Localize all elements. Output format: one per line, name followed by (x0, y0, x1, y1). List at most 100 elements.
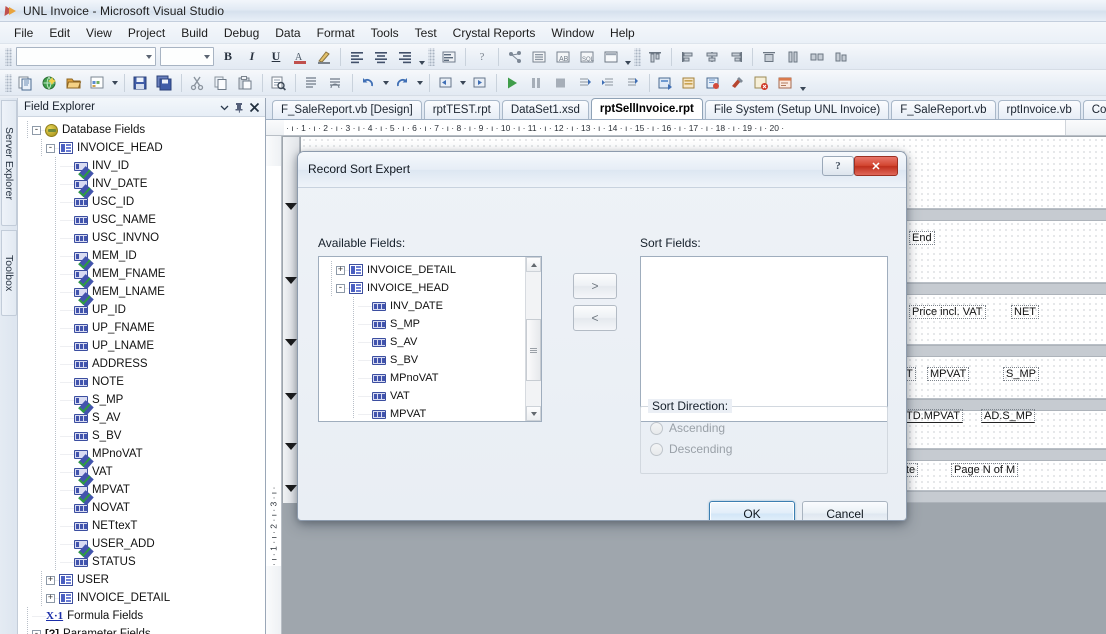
navigate-backward-dropdown[interactable] (458, 72, 468, 93)
tree-node[interactable]: MPnoVAT (18, 445, 265, 463)
menu-item-test[interactable]: Test (407, 23, 445, 43)
make-same-height-icon[interactable] (782, 46, 804, 67)
editor-tab-7[interactable]: Connect.vb (1082, 100, 1106, 119)
section-expert-icon[interactable] (600, 46, 622, 67)
align-lefts-icon[interactable] (677, 46, 699, 67)
editor-tab-1[interactable]: rptTEST.rpt (423, 100, 500, 119)
step-into-icon[interactable] (574, 72, 596, 93)
tree-node[interactable]: MEM_ID (18, 247, 265, 265)
object-browser-icon[interactable] (703, 72, 725, 93)
stop-icon[interactable] (550, 72, 572, 93)
available-fields-listbox[interactable]: + INVOICE_DETAIL - INVOICE_HEAD INV_DATE S_MP… (318, 256, 542, 422)
tree-node[interactable]: + USER (18, 571, 265, 589)
menu-item-view[interactable]: View (78, 23, 120, 43)
tree-node[interactable]: S_BV (322, 351, 524, 369)
tree-node[interactable]: - INVOICE_HEAD (322, 279, 524, 297)
toolbar-grip[interactable] (634, 47, 641, 66)
error-list-icon[interactable] (751, 72, 773, 93)
tree-node[interactable]: UP_ID (18, 301, 265, 319)
tree-node[interactable]: UP_LNAME (18, 337, 265, 355)
radio-descending[interactable]: Descending (650, 442, 732, 456)
expand-toggle-icon[interactable]: + (46, 575, 55, 585)
tree-node[interactable]: VAT (322, 387, 524, 405)
select-expert-icon[interactable]: AB (552, 46, 574, 67)
highlight-icon[interactable] (313, 46, 335, 67)
toolbox-icon[interactable] (727, 72, 749, 93)
menu-item-help[interactable]: Help (602, 23, 643, 43)
add-sort-field-button[interactable]: > (573, 273, 617, 299)
collapse-toggle-icon[interactable]: - (46, 143, 55, 153)
tree-node[interactable]: USER_ADD (18, 535, 265, 553)
report-field-object[interactable]: End (909, 231, 935, 245)
toolbar-grip[interactable] (428, 47, 435, 66)
menu-item-edit[interactable]: Edit (41, 23, 78, 43)
add-new-item-icon[interactable] (87, 72, 109, 93)
menu-item-debug[interactable]: Debug (216, 23, 267, 43)
comment-out-icon[interactable] (301, 72, 323, 93)
editor-tab-2[interactable]: DataSet1.xsd (501, 100, 589, 119)
close-button[interactable]: ✕ (854, 156, 898, 176)
scrollbar-thumb[interactable] (526, 319, 541, 381)
new-project-icon[interactable] (15, 72, 37, 93)
undo-icon[interactable] (358, 72, 380, 93)
align-tops-icon[interactable] (644, 46, 666, 67)
pause-icon[interactable] (526, 72, 548, 93)
tree-node[interactable]: - Database Fields (18, 121, 265, 139)
output-window-icon[interactable] (775, 72, 797, 93)
tree-node[interactable]: - [?] Parameter Fields (18, 625, 265, 634)
field-explorer-tree[interactable]: - Database Fields - INVOICE_HEAD INV_ID INV_D… (18, 117, 265, 634)
tree-node[interactable]: X·1 Formula Fields (18, 607, 265, 625)
copy-icon[interactable] (211, 72, 233, 93)
solution-explorer-icon[interactable] (655, 72, 677, 93)
redo-icon[interactable] (392, 72, 414, 93)
bold-button[interactable]: B (217, 46, 239, 67)
report-field-object[interactable]: AD.S_MP (981, 409, 1036, 423)
collapse-toggle-icon[interactable]: - (32, 125, 41, 135)
redo-dropdown[interactable] (415, 72, 425, 93)
align-right-icon[interactable] (394, 46, 416, 67)
menu-item-data[interactable]: Data (267, 23, 308, 43)
dock-tab-toolbox[interactable]: Toolbox (1, 230, 17, 316)
tree-node[interactable]: S_MP (18, 391, 265, 409)
menu-item-crystal-reports[interactable]: Crystal Reports (445, 23, 544, 43)
insert-summary-icon[interactable] (438, 46, 460, 67)
help-button[interactable]: ? (822, 156, 854, 176)
tree-node[interactable]: USC_INVNO (18, 229, 265, 247)
expand-toggle-icon[interactable]: + (336, 265, 345, 275)
open-file-icon[interactable] (63, 72, 85, 93)
tree-node[interactable]: USC_NAME (18, 211, 265, 229)
close-icon[interactable] (247, 100, 262, 115)
toolbar-grip[interactable] (5, 47, 12, 66)
radio-ascending[interactable]: Ascending (650, 421, 725, 435)
align-centers-icon[interactable] (701, 46, 723, 67)
tree-node[interactable]: S_MP (322, 315, 524, 333)
menu-item-format[interactable]: Format (309, 23, 363, 43)
uncomment-icon[interactable] (325, 72, 347, 93)
navigate-forward-icon[interactable] (469, 72, 491, 93)
make-same-size-icon[interactable] (806, 46, 828, 67)
editor-tab-0[interactable]: F_SaleReport.vb [Design] (272, 100, 422, 119)
menu-item-file[interactable]: File (6, 23, 41, 43)
dock-tab-server-explorer[interactable]: Server Explorer (1, 100, 17, 226)
help-icon[interactable]: ? (471, 46, 493, 67)
sql-expert-icon[interactable]: SQL (576, 46, 598, 67)
collapse-toggle-icon[interactable]: - (32, 629, 41, 634)
sort-fields-listbox[interactable] (640, 256, 888, 422)
tree-node[interactable]: MPnoVAT (322, 369, 524, 387)
font-color-icon[interactable]: A (289, 46, 311, 67)
tree-node[interactable]: NETtexT (18, 517, 265, 535)
report-field-object[interactable]: TD.MPVAT (903, 409, 963, 423)
add-new-item-dropdown[interactable] (110, 72, 120, 93)
undo-dropdown[interactable] (381, 72, 391, 93)
tree-node[interactable]: ADDRESS (18, 355, 265, 373)
cut-icon[interactable] (187, 72, 209, 93)
scroll-down-button[interactable] (526, 406, 541, 421)
report-field-object[interactable]: Page N of M (951, 463, 1019, 477)
tree-node[interactable]: + INVOICE_DETAIL (322, 261, 524, 279)
tree-node[interactable]: INV_ID (18, 157, 265, 175)
make-same-width-icon[interactable] (758, 46, 780, 67)
step-out-icon[interactable] (622, 72, 644, 93)
ok-button[interactable]: OK (709, 501, 795, 520)
tree-node[interactable]: - INVOICE_HEAD (18, 139, 265, 157)
tree-node[interactable]: NOTE (18, 373, 265, 391)
